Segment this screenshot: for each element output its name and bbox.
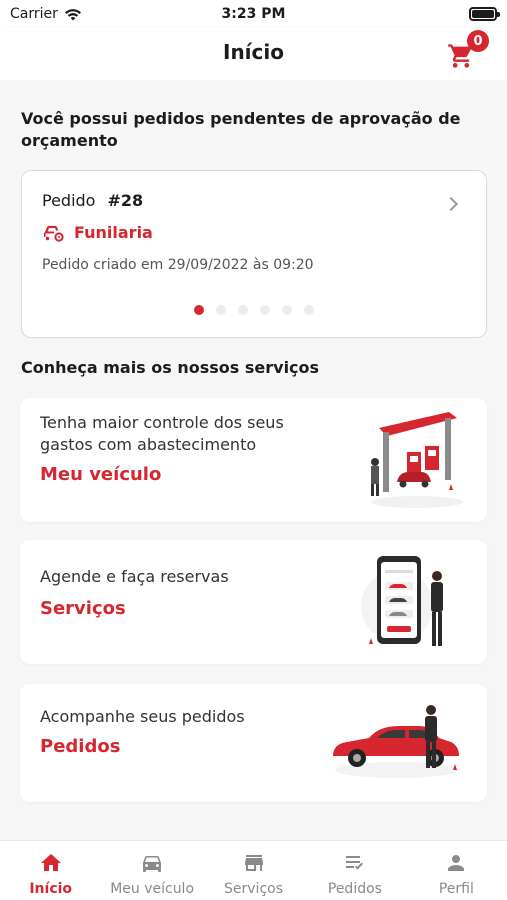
order-label: Pedido xyxy=(42,191,96,210)
service-card-description: Tenha maior controle dos seus gastos com… xyxy=(40,413,284,454)
my-vehicle-link[interactable]: Meu veículo xyxy=(40,464,161,485)
pending-orders-title: Você possui pedidos pendentes de aprovaç… xyxy=(21,109,461,150)
order-service: Funilaria xyxy=(42,223,153,242)
pending-order-card[interactable]: Pedido #28 Funilaria Pedido criado em 29/… xyxy=(21,170,487,338)
tab-label: Serviços xyxy=(224,881,284,897)
order-line: Pedido #28 xyxy=(42,191,143,210)
carousel-pagination xyxy=(194,305,314,315)
tab-label: Pedidos xyxy=(327,881,382,897)
tab-label: Meu veículo xyxy=(110,881,195,897)
service-card-description: Acompanhe seus pedidos xyxy=(40,707,245,726)
order-number: #28 xyxy=(107,191,144,210)
cart-button[interactable]: 0 xyxy=(447,30,489,70)
tab-perfil[interactable]: Perfil xyxy=(406,841,507,900)
service-card-my-vehicle[interactable]: Tenha maior controle dos seus gastos com… xyxy=(20,398,487,522)
tab-inicio[interactable]: Início xyxy=(0,841,101,900)
bottom-tab-bar: Início Meu veículo Serviços Pedidos Perf… xyxy=(0,840,507,900)
app-header: Início 0 xyxy=(0,28,507,80)
tab-servicos[interactable]: Serviços xyxy=(203,841,304,900)
person-icon xyxy=(448,855,465,871)
tab-label: Perfil xyxy=(438,881,474,897)
car-icon xyxy=(143,856,162,872)
pagination-dot[interactable] xyxy=(216,305,226,315)
tab-pedidos[interactable]: Pedidos xyxy=(304,841,405,900)
pagination-dot[interactable] xyxy=(304,305,314,315)
pagination-dot[interactable] xyxy=(282,305,292,315)
services-link[interactable]: Serviços xyxy=(40,598,126,619)
gas-station-illustration xyxy=(371,412,463,508)
service-card-services[interactable]: Agende e faça reservas Serviços xyxy=(20,540,487,664)
home-icon xyxy=(40,854,61,871)
order-created-date: Pedido criado em 29/09/2022 às 09:20 xyxy=(42,257,314,273)
checklist-icon xyxy=(345,856,363,870)
pagination-dot[interactable] xyxy=(238,305,248,315)
car-repair-icon xyxy=(44,225,64,242)
clock: 3:23 PM xyxy=(221,6,286,22)
battery-icon xyxy=(469,7,500,21)
pagination-dot-active[interactable] xyxy=(194,305,204,315)
main-content: Você possui pedidos pendentes de aprovaç… xyxy=(0,80,507,840)
page-title: Início xyxy=(223,40,284,64)
car-owner-illustration xyxy=(333,705,459,778)
store-icon xyxy=(244,855,263,871)
cart-badge: 0 xyxy=(467,30,489,52)
phone-booking-illustration xyxy=(361,556,443,646)
orders-link[interactable]: Pedidos xyxy=(40,736,120,757)
status-bar: Carrier 3:23 PM xyxy=(0,0,507,28)
service-card-description: Agende e faça reservas xyxy=(40,567,229,586)
services-section-title: Conheça mais os nossos serviços xyxy=(21,358,320,377)
pagination-dot[interactable] xyxy=(260,305,270,315)
order-service-label: Funilaria xyxy=(74,223,153,242)
tab-label: Início xyxy=(29,881,73,897)
chevron-right-icon xyxy=(443,196,459,212)
tab-meu-veiculo[interactable]: Meu veículo xyxy=(101,841,202,900)
service-card-orders[interactable]: Acompanhe seus pedidos Pedidos xyxy=(20,684,487,802)
